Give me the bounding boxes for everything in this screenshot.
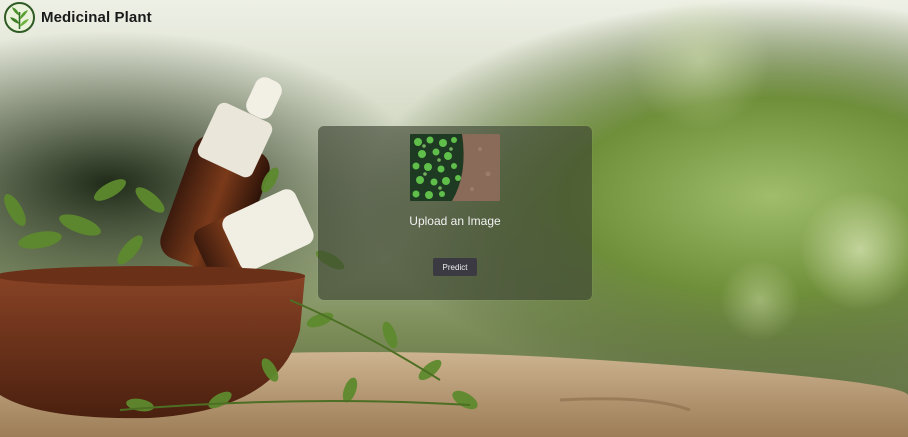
navbar: Medicinal Plant [4, 2, 152, 33]
plant-photo-thumbnail [410, 134, 500, 201]
leaf-logo-icon[interactable] [4, 2, 35, 33]
upload-image-label[interactable]: Upload an Image [318, 214, 592, 228]
predict-button[interactable]: Predict [433, 258, 477, 276]
image-preview[interactable] [410, 134, 500, 201]
upload-card: Upload an Image Predict [318, 126, 592, 300]
brand-title[interactable]: Medicinal Plant [41, 9, 152, 26]
app-page: Medicinal Plant Upload an Image Predict [0, 0, 908, 437]
